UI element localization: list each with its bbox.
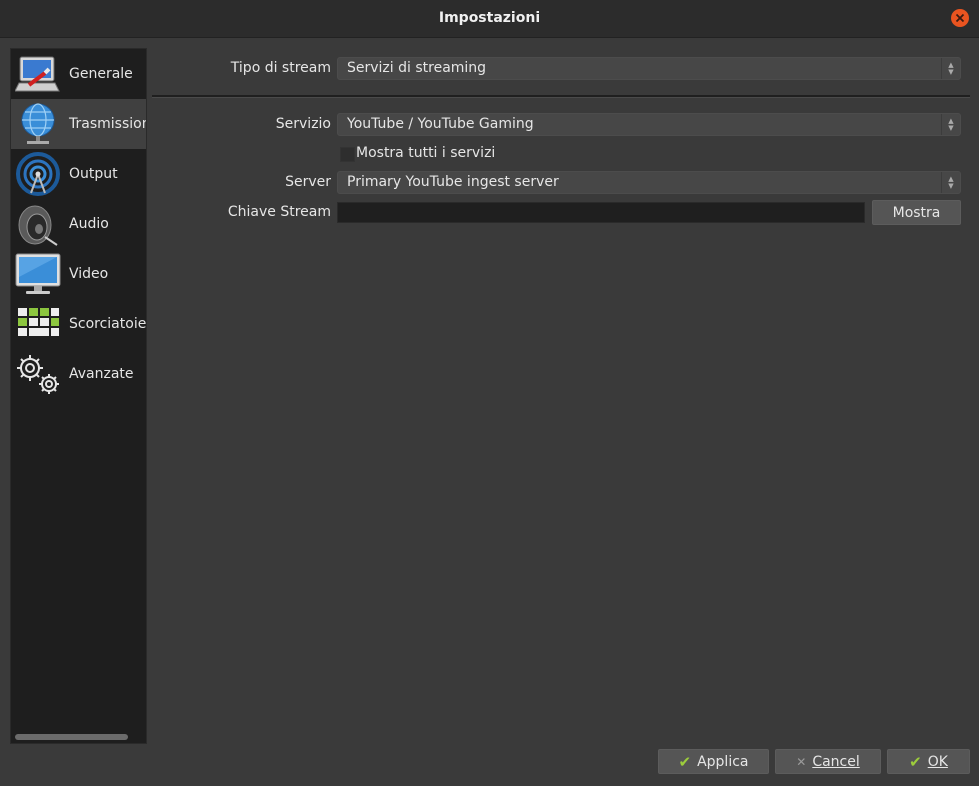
- cancel-button[interactable]: ✕ Cancel: [775, 749, 881, 774]
- stream-type-label: Tipo di stream: [230, 60, 331, 76]
- sidebar-item-output[interactable]: Output: [11, 149, 146, 199]
- sidebar-item-label: Output: [69, 166, 118, 182]
- globe-network-icon: [21, 103, 55, 144]
- service-value: YouTube / YouTube Gaming: [347, 116, 534, 132]
- show-all-services-label: Mostra tutti i servizi: [356, 145, 496, 161]
- checkmark-icon: ✔: [678, 752, 692, 771]
- apply-button[interactable]: ✔ Applica: [658, 749, 769, 774]
- service-label: Servizio: [275, 116, 331, 132]
- sidebar-item-avanzate[interactable]: Avanzate: [11, 349, 146, 399]
- stream-key-label: Chiave Stream: [227, 204, 331, 220]
- cross-icon: ✕: [796, 754, 807, 769]
- service-select[interactable]: YouTube / YouTube Gaming ▲ ▼: [337, 113, 961, 136]
- speaker-icon: [18, 205, 58, 246]
- sidebar-item-label: Scorciatoie: [69, 316, 146, 332]
- settings-sidebar: Generale Trasmissione Output Audi: [10, 48, 147, 744]
- sidebar-horizontal-scrollbar[interactable]: [15, 734, 128, 740]
- cancel-label: Cancel: [812, 753, 860, 770]
- broadcast-icon: [16, 152, 60, 196]
- updown-arrows-icon: ▲ ▼: [941, 172, 960, 193]
- updown-arrows-icon: ▲ ▼: [941, 114, 960, 135]
- sidebar-item-label: Audio: [69, 216, 109, 232]
- ok-label: OK: [927, 753, 948, 770]
- stream-type-select[interactable]: Servizi di streaming ▲ ▼: [337, 57, 961, 80]
- server-select[interactable]: Primary YouTube ingest server ▲ ▼: [337, 171, 961, 194]
- gears-icon: [17, 355, 59, 394]
- keyboard-icon: [18, 308, 59, 336]
- updown-arrows-icon: ▲ ▼: [941, 58, 960, 79]
- monitor-icon: [15, 253, 61, 294]
- sidebar-item-generale[interactable]: Generale: [11, 49, 146, 99]
- sidebar-item-label: Video: [69, 266, 109, 282]
- server-label: Server: [285, 174, 331, 190]
- sidebar-item-label: Generale: [69, 66, 133, 82]
- section-divider: [152, 95, 970, 98]
- apply-label: Applica: [697, 753, 749, 770]
- stream-key-input[interactable]: [337, 202, 865, 223]
- window-title: Impostazioni: [438, 10, 541, 26]
- sidebar-item-video[interactable]: Video: [11, 249, 146, 299]
- sidebar-item-label: Trasmissione: [69, 116, 146, 132]
- sidebar-item-scorciatoie[interactable]: Scorciatoie: [11, 299, 146, 349]
- close-button[interactable]: [951, 9, 969, 27]
- sidebar-item-trasmissione[interactable]: Trasmissione: [11, 99, 146, 149]
- show-key-button[interactable]: Mostra: [872, 200, 961, 225]
- checkmark-icon: ✔: [909, 752, 922, 771]
- sidebar-item-audio[interactable]: Audio: [11, 199, 146, 249]
- title-bar: Impostazioni: [0, 0, 979, 38]
- stream-type-value: Servizi di streaming: [347, 60, 487, 76]
- close-icon: [955, 13, 965, 23]
- ok-button[interactable]: ✔ OK: [887, 749, 970, 774]
- sidebar-item-label: Avanzate: [69, 366, 134, 382]
- server-value: Primary YouTube ingest server: [347, 174, 559, 190]
- show-all-services-checkbox[interactable]: [340, 147, 355, 162]
- computer-icon: [15, 56, 60, 92]
